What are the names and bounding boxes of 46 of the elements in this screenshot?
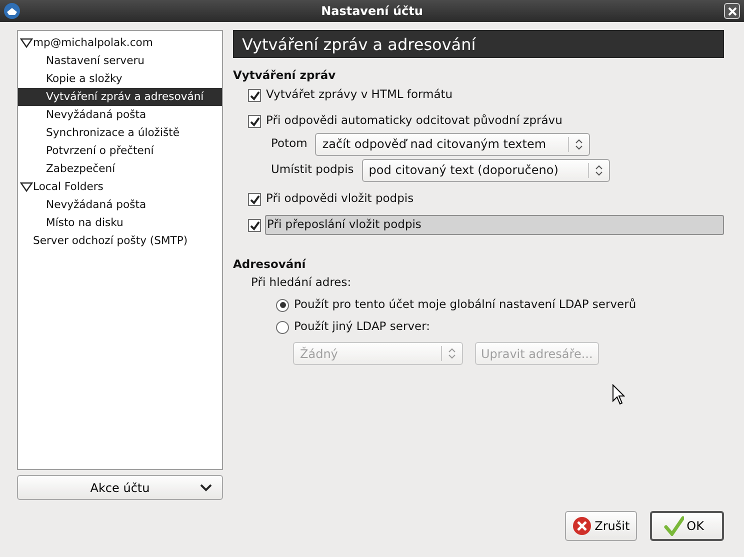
chevron-down-icon — [200, 484, 212, 492]
checkbox[interactable] — [248, 114, 261, 128]
window-title: Nastavení účtu — [321, 4, 423, 18]
checkbox[interactable] — [248, 218, 261, 232]
tree-item[interactable]: mp@michalpolak.com — [18, 34, 222, 52]
radio-label: Použít jiný LDAP server: — [294, 318, 430, 336]
tree-item[interactable]: Synchronizace a úložiště — [18, 124, 222, 142]
tree-item[interactable]: Zabezpečení — [18, 160, 222, 178]
tree-item[interactable]: Nevyžádaná pošta — [18, 106, 222, 124]
dropdown[interactable]: začít odpověď nad citovaným textem — [315, 132, 590, 156]
tree-item[interactable]: Kopie a složky — [18, 70, 222, 88]
tree-item[interactable]: Server odchozí pošty (SMTP) — [18, 232, 222, 250]
close-button[interactable] — [724, 3, 740, 19]
radio-label: Použít pro tento účet moje globální nastavení LDAP serverů — [294, 296, 636, 314]
tree-item[interactable]: Nastavení serveru — [18, 52, 222, 70]
tree-item[interactable]: Local Folders — [18, 178, 222, 196]
radio-button[interactable] — [276, 320, 289, 334]
cancel-icon — [572, 516, 592, 536]
ok-button[interactable]: OK — [650, 511, 724, 541]
up-down-icon — [575, 138, 584, 150]
app-icon — [3, 2, 21, 20]
panel-title: Vytváření zpráv a adresování — [233, 30, 724, 58]
up-down-icon — [448, 348, 456, 359]
checkbox[interactable] — [248, 88, 261, 102]
select-label: Umístit podpis — [271, 161, 354, 178]
prompt-text: Při hledání adres: — [251, 274, 352, 291]
account-actions-button[interactable]: Akce účtu — [17, 475, 223, 500]
select-label: Potom — [271, 135, 308, 152]
checkbox-label: Vytvářet zprávy v HTML formátu — [265, 86, 454, 104]
checkbox[interactable] — [248, 192, 261, 206]
section-heading: Adresování — [233, 256, 307, 273]
tree-item[interactable]: Nevyžádaná pošta — [18, 196, 222, 214]
checkmark-icon — [664, 516, 684, 536]
dropdown[interactable]: pod citovaný text (doporučeno) — [362, 158, 610, 182]
up-down-icon — [594, 164, 603, 176]
tree-item[interactable]: Potvrzení o přečtení — [18, 142, 222, 160]
tree-item[interactable]: Vytváření zpráv a adresování — [18, 88, 222, 106]
checkbox-label: Při odpovědi vložit podpis — [265, 190, 415, 208]
cancel-button[interactable]: Zrušit — [564, 511, 637, 541]
close-icon — [726, 6, 738, 16]
section-heading: Vytváření zpráv — [233, 67, 337, 84]
radio-button[interactable] — [276, 298, 289, 312]
mouse-pointer-icon — [612, 384, 625, 405]
checkbox-label: Při přeposlání vložit podpis — [265, 215, 724, 235]
checkbox-label: Při odpovědi automaticky odcitovat původní zprávu — [265, 112, 564, 130]
tree-item[interactable]: Místo na disku — [18, 214, 222, 232]
